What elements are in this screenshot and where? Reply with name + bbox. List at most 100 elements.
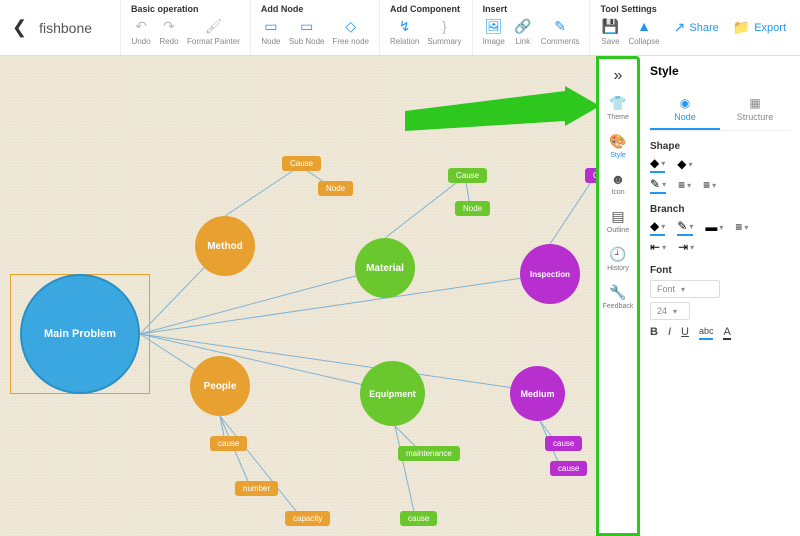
border-button[interactable]: ✎▾ <box>650 177 666 194</box>
tag-node[interactable]: Node <box>318 181 353 196</box>
node-inspection[interactable]: Inspection <box>520 244 580 304</box>
undo-button[interactable]: ↶Undo <box>131 16 151 46</box>
branch-pen-button[interactable]: ✎▾ <box>677 219 693 236</box>
node-equipment[interactable]: Equipment <box>360 361 425 426</box>
italic-button[interactable]: I <box>668 326 671 340</box>
sub-node-icon: ▭ <box>297 16 317 36</box>
save-icon: 💾 <box>600 16 620 36</box>
export-icon: 📁 <box>733 19 750 36</box>
image-button[interactable]: 🖼Image <box>483 16 505 46</box>
comments-button[interactable]: ✎Comments <box>541 16 580 46</box>
theme-tab[interactable]: 👕Theme <box>599 89 637 127</box>
font-label: Font <box>650 265 790 276</box>
side-tool-strip: » 👕Theme 🎨Style ☻Icon ▤Outline 🕘History … <box>596 56 640 536</box>
format-painter-button[interactable]: 🖌Format Painter <box>187 16 240 46</box>
collapse-panel-icon[interactable]: » <box>610 63 627 89</box>
image-icon: 🖼 <box>484 16 504 36</box>
tag-number[interactable]: number <box>235 481 278 496</box>
style-tab[interactable]: 🎨Style <box>599 127 637 165</box>
tag-cause[interactable]: cause <box>550 461 587 476</box>
palette-icon: 🎨 <box>609 133 626 150</box>
outline-tab[interactable]: ▤Outline <box>599 202 637 240</box>
face-icon: ☻ <box>611 171 626 187</box>
feedback-tab[interactable]: 🔧Feedback <box>599 278 637 316</box>
summary-icon: } <box>434 16 454 36</box>
title-area: ❮ fishbone <box>0 0 120 55</box>
collapse-icon: ▲ <box>634 16 654 36</box>
redo-button[interactable]: ↷Redo <box>159 16 179 46</box>
clock-icon: 🕘 <box>609 246 626 263</box>
tag-cause[interactable]: cause <box>545 436 582 451</box>
indent-right-button[interactable]: ⇥▾ <box>678 240 694 255</box>
diagram-canvas[interactable]: Main Problem Method People Material Equi… <box>0 56 596 536</box>
link-button[interactable]: 🔗Link <box>513 16 533 46</box>
export-button[interactable]: 📁Export <box>733 19 786 36</box>
free-node-icon: ◇ <box>341 16 361 36</box>
fill-color-button[interactable]: ◆▾ <box>650 156 665 173</box>
underline-button[interactable]: U <box>681 326 689 340</box>
outline-icon: ▤ <box>611 208 624 225</box>
node-tab-icon: ◉ <box>650 96 720 110</box>
tab-node[interactable]: ◉Node <box>650 90 720 130</box>
branch-weight-button[interactable]: ≡▾ <box>735 219 748 236</box>
node-medium[interactable]: Medium <box>510 366 565 421</box>
line-style-button[interactable]: ≡▾ <box>678 177 691 194</box>
back-icon[interactable]: ❮ <box>12 17 27 38</box>
tag-cause[interactable]: Cause <box>282 156 321 171</box>
section-label: Add Node <box>261 4 369 14</box>
free-node-button[interactable]: ◇Free node <box>333 16 369 46</box>
font-color-button[interactable]: A <box>723 326 730 340</box>
icon-tab[interactable]: ☻Icon <box>599 165 637 202</box>
relation-button[interactable]: ↯Relation <box>390 16 419 46</box>
share-icon: ↗ <box>674 19 686 36</box>
tag-cause[interactable]: cause <box>400 511 437 526</box>
tag-node[interactable]: Node <box>455 201 490 216</box>
shape-label: Shape <box>650 141 790 152</box>
node-method[interactable]: Method <box>195 216 255 276</box>
history-tab[interactable]: 🕘History <box>599 240 637 278</box>
save-button[interactable]: 💾Save <box>600 16 620 46</box>
node-button[interactable]: ▭Node <box>261 16 281 46</box>
branch-style-button[interactable]: ▬▾ <box>705 219 723 236</box>
font-family-select[interactable]: Font▾ <box>650 280 720 298</box>
shape-type-button[interactable]: ◆▾ <box>677 156 692 173</box>
branch-section: Branch ◆▾ ✎▾ ▬▾ ≡▾ ⇤▾ ⇥▾ <box>650 204 790 255</box>
tag-cause[interactable]: Cause <box>585 168 596 183</box>
font-size-select[interactable]: 24▾ <box>650 302 690 320</box>
font-section: Font Font▾ 24▾ B I U abc A <box>650 265 790 340</box>
panel-tabs: ◉Node ▦Structure <box>650 90 790 131</box>
tag-maintenance[interactable]: maintenance <box>398 446 460 461</box>
node-material[interactable]: Material <box>355 238 415 298</box>
theme-icon: 👕 <box>609 95 626 112</box>
main-area: Main Problem Method People Material Equi… <box>0 56 800 536</box>
tab-structure[interactable]: ▦Structure <box>720 90 790 130</box>
tag-cause[interactable]: Cause <box>448 168 487 183</box>
tag-capacity[interactable]: capacity <box>285 511 330 526</box>
top-toolbar: ❮ fishbone Basic operation ↶Undo ↷Redo 🖌… <box>0 0 800 56</box>
comment-icon: ✎ <box>550 16 570 36</box>
abc-button[interactable]: abc <box>699 326 714 340</box>
summary-button[interactable]: }Summary <box>427 16 461 46</box>
shape-section: Shape ◆▾ ◆▾ ✎▾ ≡▾ ≡▾ <box>650 141 790 194</box>
collapse-button[interactable]: ▲Collapse <box>628 16 659 46</box>
undo-icon: ↶ <box>131 16 151 36</box>
document-title: fishbone <box>39 20 92 36</box>
redo-icon: ↷ <box>159 16 179 36</box>
line-weight-button[interactable]: ≡▾ <box>703 177 716 194</box>
section-add-component: Add Component ↯Relation }Summary <box>379 0 472 55</box>
branch-fill-button[interactable]: ◆▾ <box>650 219 665 236</box>
link-icon: 🔗 <box>513 16 533 36</box>
tag-cause[interactable]: cause <box>210 436 247 451</box>
share-button[interactable]: ↗Share <box>674 19 719 36</box>
sub-node-button[interactable]: ▭Sub Node <box>289 16 325 46</box>
section-label: Basic operation <box>131 4 240 14</box>
branch-label: Branch <box>650 204 790 215</box>
section-tool-settings: Tool Settings 💾Save ▲Collapse <box>589 0 669 55</box>
toolbar-actions: ↗Share 📁Export <box>674 0 800 55</box>
section-add-node: Add Node ▭Node ▭Sub Node ◇Free node <box>250 0 379 55</box>
node-main-problem[interactable]: Main Problem <box>20 274 140 394</box>
node-people[interactable]: People <box>190 356 250 416</box>
indent-left-button[interactable]: ⇤▾ <box>650 240 666 255</box>
bold-button[interactable]: B <box>650 326 658 340</box>
wrench-icon: 🔧 <box>609 284 626 301</box>
